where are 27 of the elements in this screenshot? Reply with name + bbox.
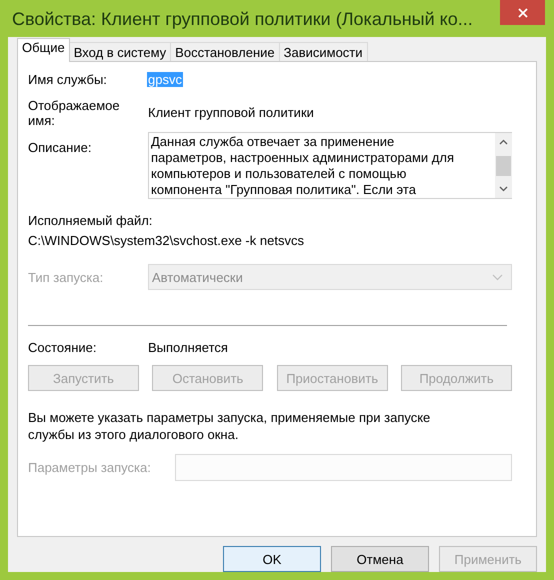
status-value: Выполняется [148, 340, 228, 355]
field-label: Состояние: [28, 340, 98, 355]
scroll-thumb[interactable] [496, 156, 511, 176]
tab[interactable]: Общие [17, 38, 70, 62]
window-title: Свойства: Клиент групповой политики (Локальный ко... [11, 8, 473, 30]
description-text: Данная служба отвечает за применение параметров, настроенных администраторами для компьютеров и пользователей с помощью компонента "Групповая политика". Если эта [150, 133, 455, 198]
field-label: Отображаемое имя: [28, 98, 121, 128]
executable-path: C:\WINDOWS\system32\svchost.exe -k netsvcs [28, 233, 305, 248]
hint-text: Вы можете указать параметры запуска, применяемые при запуске службы из этого диалогового окна. [28, 409, 432, 443]
tab[interactable]: Вход в систему [68, 42, 172, 61]
description-text-area[interactable]: Данная служба отвечает за применение параметров, настроенных администраторами для компьютеров и пользователей с помощью компонента "Групповая политика". Если эта [148, 132, 512, 199]
dialog-button[interactable]: OK [223, 546, 321, 572]
scrollbar[interactable] [495, 133, 512, 198]
dialog-button[interactable]: Отмена [331, 546, 429, 572]
field-label: Описание: [28, 139, 92, 155]
tab[interactable]: Зависимости [278, 42, 368, 61]
scroll-down-icon[interactable] [499, 186, 508, 192]
service-name-value: gpsvc [147, 72, 183, 87]
close-icon [518, 8, 528, 18]
display-name-value: Клиент групповой политики [148, 104, 314, 120]
scroll-up-icon[interactable] [499, 139, 508, 145]
field-label: Тип запуска: [28, 270, 104, 284]
field-label: Имя службы: [28, 72, 108, 87]
field-label: Параметры запуска: [28, 460, 152, 475]
field-label: Исполняемый файл: [28, 213, 154, 228]
caret-icon [492, 274, 503, 280]
close-button[interactable] [500, 0, 545, 25]
